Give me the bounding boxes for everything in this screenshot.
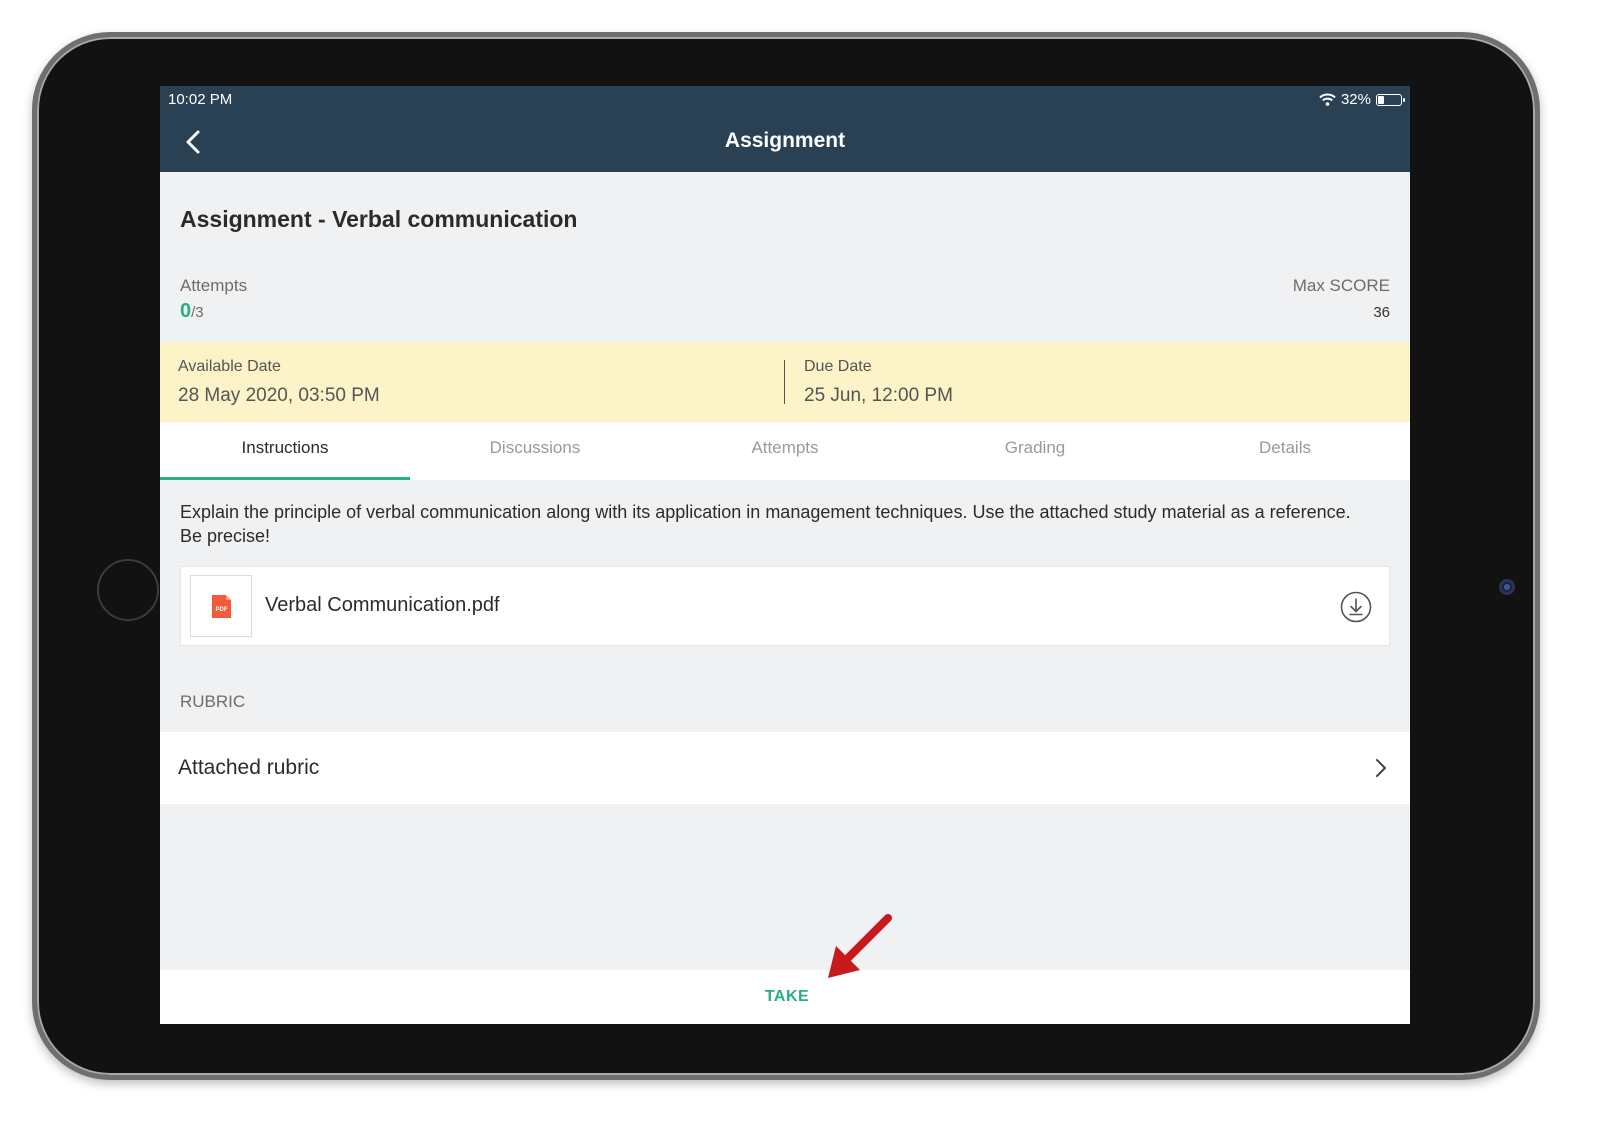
attempts-label: Attempts bbox=[180, 276, 248, 295]
attached-rubric-label: Attached rubric bbox=[178, 756, 320, 779]
app-header: 10:02 PM 32% Assignment bbox=[160, 86, 1410, 172]
available-date-label: Available Date bbox=[178, 358, 281, 375]
due-date-value: 25 Jun, 12:00 PM bbox=[804, 385, 953, 406]
tab-details[interactable]: Details bbox=[1160, 422, 1410, 480]
tab-instructions[interactable]: Instructions bbox=[160, 422, 410, 480]
dates-banner: Available Date 28 May 2020, 03:50 PM Due… bbox=[160, 342, 1410, 422]
attachment-thumbnail: PDF bbox=[190, 575, 252, 637]
due-date-label: Due Date bbox=[804, 358, 872, 375]
pdf-file-icon: PDF bbox=[212, 595, 231, 618]
attempts-value: 0/3 bbox=[180, 300, 204, 323]
pdf-icon-label: PDF bbox=[216, 607, 228, 613]
instructions-text: Explain the principle of verbal communic… bbox=[180, 502, 1351, 546]
app-screen: 10:02 PM 32% Assignment Assignment - Ver… bbox=[160, 86, 1410, 1024]
attachment-file-name: Verbal Communication.pdf bbox=[265, 594, 500, 616]
max-score-label: Max SCORE bbox=[1292, 276, 1390, 295]
tab-attempts[interactable]: Attempts bbox=[660, 422, 910, 480]
front-camera bbox=[1499, 579, 1515, 595]
take-button[interactable]: TAKE bbox=[735, 980, 839, 1014]
attached-rubric-row[interactable]: Attached rubric bbox=[160, 732, 1410, 804]
status-time: 10:02 PM bbox=[168, 91, 233, 108]
bottom-action-bar: TAKE bbox=[160, 970, 1410, 1024]
dates-divider bbox=[784, 360, 785, 404]
download-icon bbox=[1340, 591, 1372, 623]
available-date-value: 28 May 2020, 03:50 PM bbox=[178, 385, 380, 406]
page-title: Assignment bbox=[724, 129, 846, 152]
tab-bar: Instructions Discussions Attempts Gradin… bbox=[160, 422, 1410, 480]
home-button[interactable] bbox=[97, 559, 159, 621]
assignment-title: Assignment - Verbal communication bbox=[180, 206, 578, 232]
wifi-icon bbox=[1319, 93, 1336, 106]
attachment-card[interactable]: PDF Verbal Communication.pdf bbox=[180, 566, 1390, 646]
battery-icon bbox=[1376, 93, 1405, 106]
tab-grading[interactable]: Grading bbox=[910, 422, 1160, 480]
red-arrow-annotation bbox=[828, 914, 892, 978]
chevron-right-icon bbox=[1376, 759, 1386, 777]
max-score-value: 36 bbox=[1373, 304, 1390, 321]
rubric-heading: RUBRIC bbox=[180, 692, 246, 711]
tab-discussions[interactable]: Discussions bbox=[410, 422, 660, 480]
battery-percent: 32% bbox=[1340, 91, 1371, 108]
attempts-total: /3 bbox=[191, 304, 204, 321]
attempts-used: 0 bbox=[180, 300, 192, 322]
status-indicators: 32% bbox=[1319, 91, 1405, 108]
download-button[interactable] bbox=[1339, 590, 1373, 624]
